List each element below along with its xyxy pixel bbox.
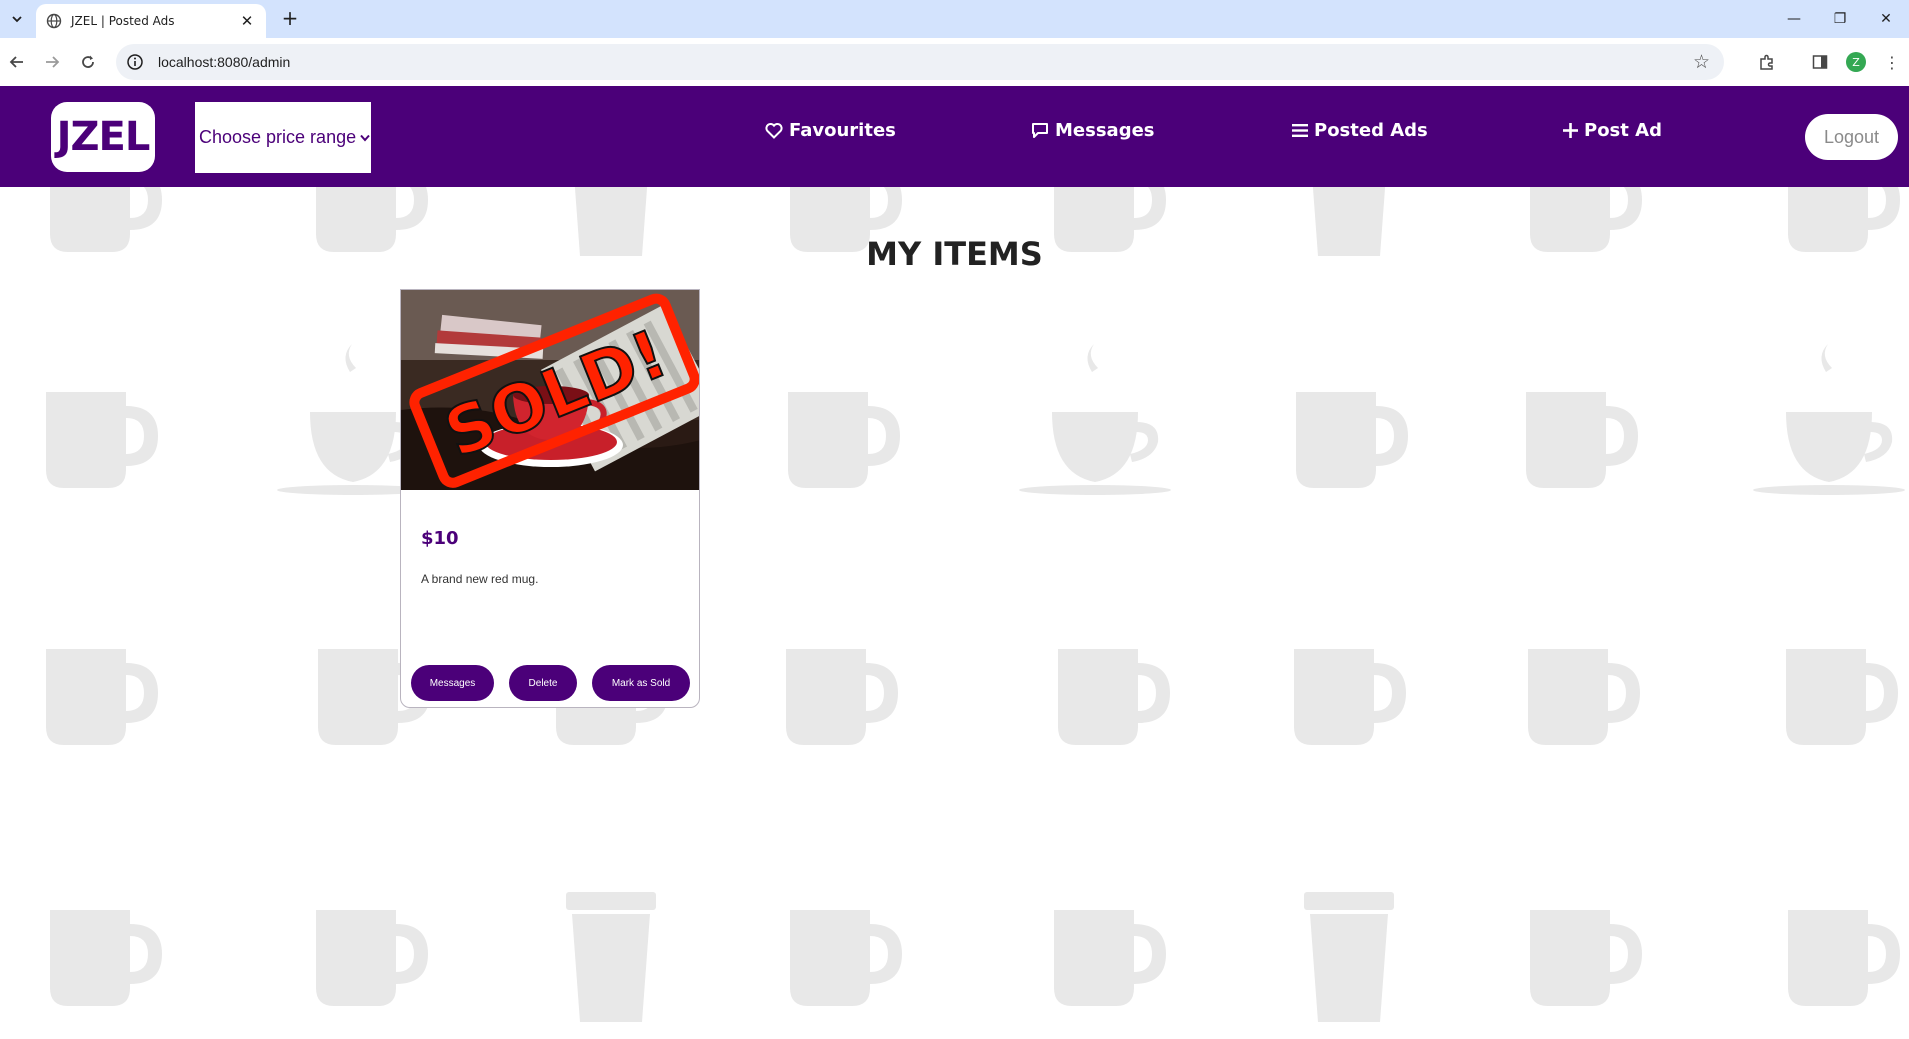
close-window-icon[interactable]: ✕ (1863, 0, 1909, 38)
new-tab-plus-icon[interactable]: + (278, 7, 302, 31)
nav-favourites[interactable]: Favourites (765, 116, 896, 144)
site-logo[interactable]: JZEL (51, 102, 155, 172)
list-icon (1292, 123, 1308, 138)
address-bar[interactable]: localhost:8080/admin ☆ (116, 44, 1724, 80)
forward-icon[interactable] (39, 49, 65, 75)
side-panel-icon[interactable] (1807, 49, 1833, 75)
item-price: $10 (421, 528, 459, 549)
reload-icon[interactable] (75, 49, 101, 75)
logout-button[interactable]: Logout (1805, 114, 1898, 160)
delete-button[interactable]: Delete (509, 665, 577, 701)
globe-icon (46, 13, 62, 29)
page-viewport: JZEL Choose price range Favourites Messa… (0, 86, 1909, 1039)
price-range-select[interactable]: Choose price range (195, 102, 371, 173)
star-icon[interactable]: ☆ (1693, 51, 1710, 73)
tab-search-chevron-icon[interactable] (5, 7, 29, 31)
back-icon[interactable] (4, 49, 30, 75)
minimize-icon[interactable]: — (1771, 0, 1817, 38)
browser-tab[interactable]: JZEL | Posted Ads ✕ (36, 4, 266, 38)
url-text: localhost:8080/admin (158, 54, 291, 70)
restore-icon[interactable]: ❐ (1817, 0, 1863, 38)
mug-pattern-background (46, 126, 1905, 1022)
tab-title: JZEL | Posted Ads (71, 14, 175, 28)
nav-messages[interactable]: Messages (1031, 116, 1155, 144)
item-description: A brand new red mug. (421, 572, 539, 586)
nav-messages-label: Messages (1055, 119, 1155, 141)
nav-favourites-label: Favourites (789, 119, 896, 141)
site-navbar: JZEL Choose price range Favourites Messa… (0, 86, 1909, 187)
item-photo[interactable]: SOLD! (401, 290, 699, 490)
profile-avatar[interactable]: Z (1843, 49, 1869, 75)
extensions-icon[interactable] (1754, 49, 1780, 75)
chevron-down-icon (360, 131, 370, 145)
nav-post-ad[interactable]: Post Ad (1563, 116, 1662, 144)
heart-icon (765, 122, 783, 139)
kebab-menu-icon[interactable]: ⋮ (1879, 49, 1905, 75)
plus-icon (1563, 122, 1578, 138)
browser-tabstrip: JZEL | Posted Ads ✕ + — ❐ ✕ (0, 0, 1909, 38)
close-icon[interactable]: ✕ (238, 12, 256, 30)
messages-button[interactable]: Messages (411, 665, 494, 701)
nav-post-ad-label: Post Ad (1584, 119, 1662, 141)
nav-posted-ads[interactable]: Posted Ads (1292, 116, 1428, 144)
mark-as-sold-button[interactable]: Mark as Sold (592, 665, 690, 701)
page-title: MY ITEMS (866, 235, 1043, 273)
browser-toolbar: localhost:8080/admin ☆ Z ⋮ (0, 38, 1909, 86)
site-info-icon[interactable] (126, 53, 144, 71)
window-controls: — ❐ ✕ (1771, 0, 1909, 38)
item-card: SOLD! $10 A brand new red mug. Messages … (400, 289, 700, 708)
chat-icon (1031, 122, 1049, 139)
price-range-label: Choose price range (199, 127, 357, 147)
nav-posted-ads-label: Posted Ads (1314, 119, 1428, 141)
